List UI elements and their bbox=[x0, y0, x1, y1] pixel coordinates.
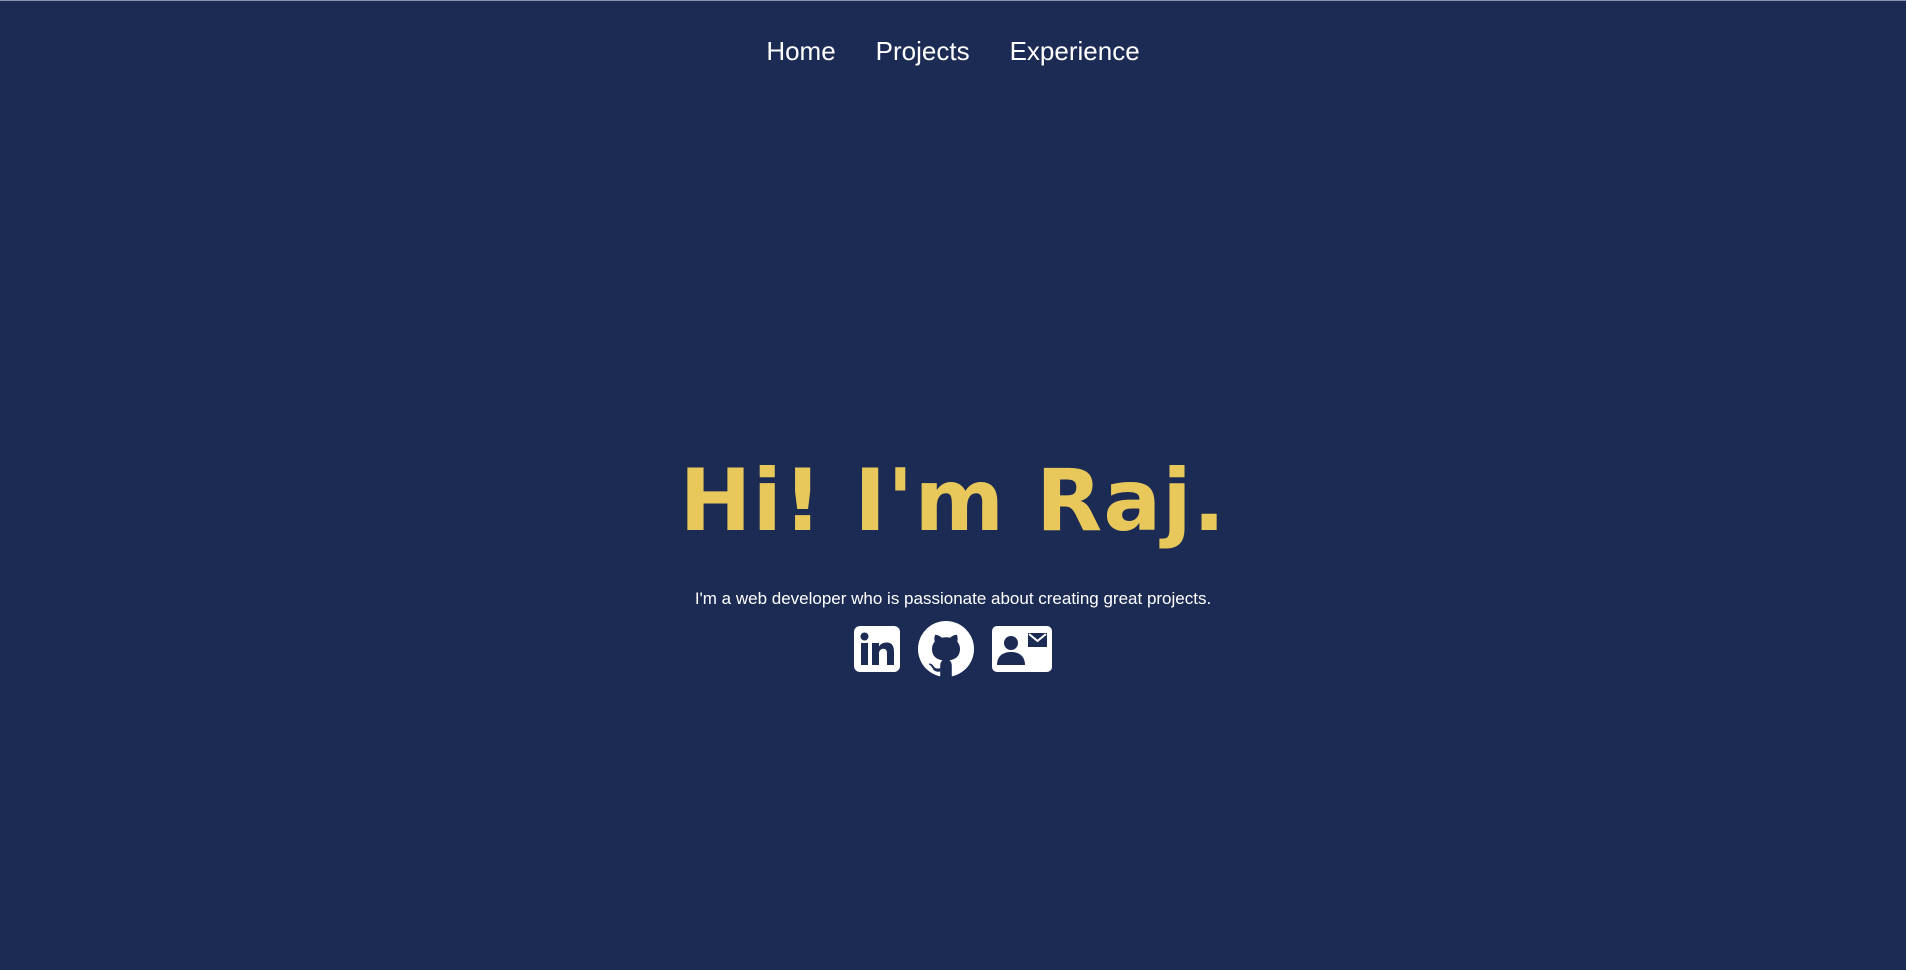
hero-subtitle: I'm a web developer who is passionate ab… bbox=[694, 589, 1212, 608]
contact-card-icon bbox=[992, 626, 1052, 672]
linkedin-link[interactable] bbox=[854, 626, 900, 672]
linkedin-icon bbox=[854, 626, 900, 672]
nav-link-projects[interactable]: Projects bbox=[876, 35, 970, 67]
nav-link-home[interactable]: Home bbox=[766, 35, 835, 67]
contact-link[interactable] bbox=[992, 626, 1052, 672]
github-icon bbox=[918, 621, 974, 677]
social-links bbox=[0, 621, 1906, 677]
github-link[interactable] bbox=[918, 621, 974, 677]
top-nav: Home Projects Experience bbox=[0, 35, 1906, 67]
nav-link-experience[interactable]: Experience bbox=[1010, 35, 1140, 67]
hero-title: Hi! I'm Raj. bbox=[679, 451, 1227, 551]
hero-section: Hi! I'm Raj. I'm a web developer who is … bbox=[0, 451, 1906, 609]
page: Home Projects Experience Hi! I'm Raj. I'… bbox=[0, 0, 1906, 970]
